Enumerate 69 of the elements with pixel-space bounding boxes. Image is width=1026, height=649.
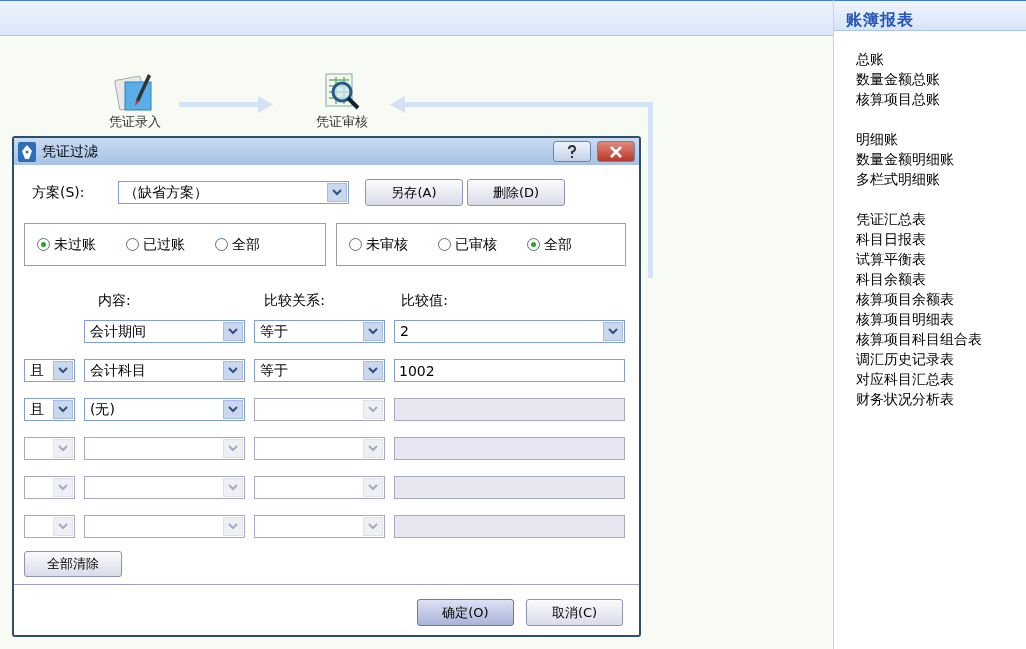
node-label: 凭证录入 bbox=[108, 113, 162, 131]
column-header: 比较关系: bbox=[264, 292, 325, 308]
field-dropdown[interactable]: (无) bbox=[84, 398, 245, 421]
report-link[interactable]: 财务状况分析表 bbox=[856, 389, 954, 409]
report-link[interactable]: 核算项目科目组合表 bbox=[856, 329, 982, 349]
caret-icon bbox=[53, 478, 73, 497]
caret-icon bbox=[363, 439, 383, 458]
caret-icon bbox=[363, 322, 383, 341]
report-link[interactable]: 多栏式明细账 bbox=[856, 169, 940, 189]
action-button[interactable]: 另存(A) bbox=[365, 179, 463, 206]
report-link[interactable]: 试算平衡表 bbox=[856, 249, 926, 269]
caret-icon bbox=[223, 439, 243, 458]
caret-icon bbox=[363, 517, 383, 536]
report-link[interactable]: 科目余额表 bbox=[856, 269, 926, 289]
radio-option[interactable]: 未过账 bbox=[37, 234, 96, 255]
field-label: 方案(S): bbox=[32, 183, 86, 202]
report-link[interactable]: 核算项目余额表 bbox=[856, 289, 954, 309]
value-field[interactable]: 1002 bbox=[394, 359, 625, 382]
radio-option[interactable]: 全部 bbox=[215, 234, 260, 255]
sidebar-title: 账簿报表 bbox=[834, 0, 1026, 31]
caret-icon bbox=[363, 400, 383, 419]
dialog-button[interactable]: 取消(C) bbox=[526, 598, 623, 626]
field-dropdown[interactable]: 会计科目 bbox=[84, 359, 245, 382]
caret-icon bbox=[53, 400, 73, 419]
report-link[interactable]: 核算项目明细表 bbox=[856, 309, 954, 329]
logic-dropdown[interactable]: 且 bbox=[24, 398, 75, 421]
close-button[interactable] bbox=[597, 141, 635, 162]
caret-icon bbox=[223, 361, 243, 380]
help-button[interactable] bbox=[553, 141, 591, 162]
caret-icon bbox=[53, 361, 73, 380]
column-header: 比较值: bbox=[401, 292, 448, 308]
report-link[interactable]: 科目日报表 bbox=[856, 229, 926, 249]
close-icon bbox=[610, 145, 622, 158]
caret-icon bbox=[53, 517, 73, 536]
report-link[interactable]: 核算项目总账 bbox=[856, 89, 940, 109]
caret-icon bbox=[603, 322, 623, 341]
report-link[interactable]: 数量金额总账 bbox=[856, 69, 940, 89]
dialog-button[interactable]: 确定(O) bbox=[417, 598, 514, 626]
clear-button[interactable]: 全部清除 bbox=[24, 550, 122, 577]
radio-option[interactable]: 已审核 bbox=[438, 234, 497, 255]
caret-icon bbox=[223, 400, 243, 419]
caret-icon bbox=[363, 478, 383, 497]
caret-icon bbox=[327, 183, 347, 202]
logic-dropdown[interactable]: 且 bbox=[24, 359, 75, 382]
action-button[interactable]: 删除(D) bbox=[467, 179, 565, 206]
caret-icon bbox=[53, 439, 73, 458]
relation-dropdown[interactable]: 等于 bbox=[254, 320, 385, 343]
node-label: 凭证审核 bbox=[315, 113, 369, 131]
report-link[interactable]: 明细账 bbox=[856, 129, 898, 149]
radio-option[interactable]: 未审核 bbox=[349, 234, 408, 255]
report-link[interactable]: 对应科目汇总表 bbox=[856, 369, 954, 389]
caret-icon bbox=[223, 478, 243, 497]
radio-option[interactable]: 全部 bbox=[527, 234, 572, 255]
field-dropdown[interactable]: 会计期间 bbox=[84, 320, 245, 343]
scheme-dropdown[interactable]: （缺省方案） bbox=[118, 181, 349, 204]
caret-icon bbox=[223, 517, 243, 536]
relation-dropdown[interactable]: 等于 bbox=[254, 359, 385, 382]
radio-option[interactable]: 已过账 bbox=[126, 234, 185, 255]
column-header: 内容: bbox=[98, 292, 131, 308]
report-link[interactable]: 凭证汇总表 bbox=[856, 209, 926, 229]
help-icon bbox=[567, 144, 577, 159]
report-link[interactable]: 数量金额明细账 bbox=[856, 149, 954, 169]
report-link[interactable]: 调汇历史记录表 bbox=[856, 349, 954, 369]
caret-icon bbox=[363, 361, 383, 380]
pen-nib-icon bbox=[18, 141, 36, 162]
dialog-title: 凭证过滤 bbox=[42, 142, 98, 161]
report-link[interactable]: 总账 bbox=[856, 49, 884, 69]
caret-icon bbox=[223, 322, 243, 341]
value-dropdown[interactable]: 2 bbox=[394, 320, 625, 343]
